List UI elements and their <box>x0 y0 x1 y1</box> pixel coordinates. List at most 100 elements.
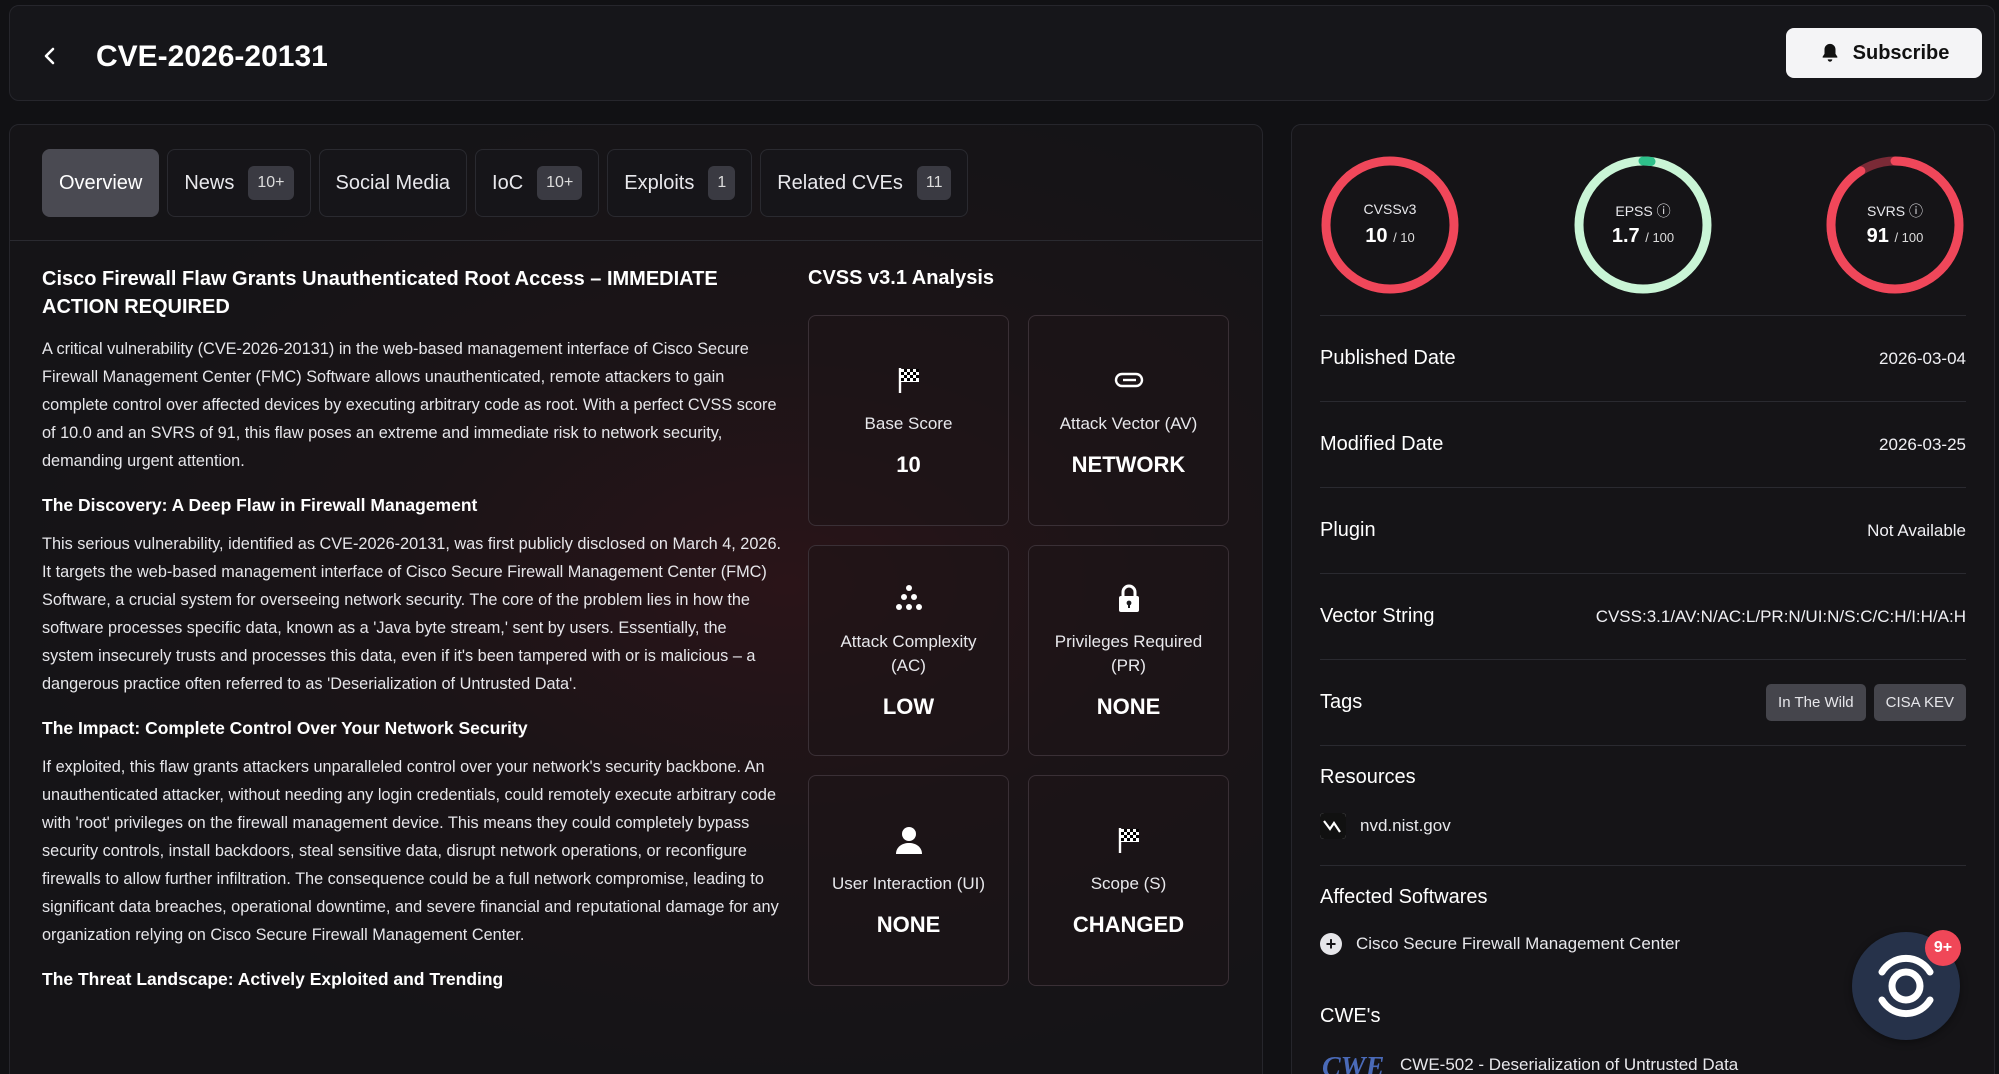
count-badge: 11 <box>916 166 952 200</box>
cvss-analysis-title: CVSS v3.1 Analysis <box>808 267 995 289</box>
complexity-icon <box>895 584 922 610</box>
tags-row: Tags In The Wild CISA KEV <box>1320 659 1966 745</box>
affected-software-label: Cisco Secure Firewall Management Center <box>1356 934 1681 953</box>
tag[interactable]: In The Wild <box>1766 684 1866 721</box>
tab-label: News <box>184 171 235 194</box>
tab-news[interactable]: News 10+ <box>167 149 311 217</box>
section-heading: The Impact: Complete Control Over Your N… <box>42 718 528 738</box>
resource-link[interactable]: nvd.nist.gov <box>1320 813 1966 839</box>
gauge-epss: EPSS ⓘ 1.7 / 100 <box>1571 153 1715 297</box>
article-title: Cisco Firewall Flaw Grants Unauthenticat… <box>42 268 718 318</box>
gauge-name: SVRS ⓘ <box>1866 203 1923 219</box>
tab-label: Exploits <box>624 171 695 194</box>
gauge-value: 1.7 / 100 <box>1611 225 1675 247</box>
flag-icon <box>898 367 919 393</box>
score-gauges: CVSSv3 10 / 10 EPSS ⓘ 1.7 / 100 SVRS ⓘ 9… <box>1318 153 1968 297</box>
article-paragraph: This serious vulnerability, identified a… <box>42 535 782 693</box>
notification-badge: 9+ <box>1925 930 1961 966</box>
tab-exploits[interactable]: Exploits 1 <box>607 149 753 217</box>
resource-label: nvd.nist.gov <box>1360 816 1451 835</box>
cwe-logo-icon: CWE <box>1322 1052 1384 1074</box>
subscribe-label: Subscribe <box>1852 41 1950 64</box>
gauge-name: CVSSv3 <box>1363 201 1417 217</box>
lock-icon <box>1118 584 1139 612</box>
row-value: Not Available <box>1867 520 1966 540</box>
cvss-metrics-grid: Base Score 10 Attack Vector (AV) NETWORK… <box>808 315 1229 986</box>
info-icon[interactable]: ⓘ <box>1909 203 1923 219</box>
published-date-row: Published Date 2026-03-04 <box>1320 315 1966 401</box>
row-label: Plugin <box>1320 519 1376 541</box>
tab-related-cves[interactable]: Related CVEs 11 <box>760 149 969 217</box>
metric-attack-complexity: Attack Complexity (AC) LOW <box>808 545 1009 756</box>
subscribe-button[interactable]: Subscribe <box>1786 28 1982 78</box>
metric-scope: Scope (S) CHANGED <box>1028 775 1229 986</box>
row-label: Modified Date <box>1320 433 1444 455</box>
row-label: Published Date <box>1320 347 1456 369</box>
gauge-name: EPSS ⓘ <box>1615 203 1671 219</box>
row-label: Vector String <box>1320 605 1435 627</box>
gauge-svrs: SVRS ⓘ 91 / 100 <box>1823 153 1967 297</box>
svg-text:CWE: CWE <box>1322 1052 1384 1074</box>
metric-attack-vector: Attack Vector (AV) NETWORK <box>1028 315 1229 526</box>
back-arrow-icon[interactable] <box>38 44 62 68</box>
gauge-value: 91 / 100 <box>1866 225 1924 247</box>
top-bar: CVE-2026-20131 Subscribe <box>9 5 1995 101</box>
metric-value: CHANGED <box>1072 911 1185 937</box>
tab-label: Overview <box>59 171 143 194</box>
metric-value: NONE <box>876 911 941 937</box>
metric-label: Attack Complexity (AC) <box>840 631 977 675</box>
metric-value: 10 <box>896 451 921 477</box>
metric-label: Privileges Required (PR) <box>1054 631 1203 675</box>
vector-string-row: Vector String CVSS:3.1/AV:N/AC:L/PR:N/UI… <box>1320 573 1966 659</box>
metric-base-score: Base Score 10 <box>808 315 1009 526</box>
main-panel: Overview News 10+ Social Media IoC 10+ E… <box>9 124 1263 1074</box>
tab-label: IoC <box>492 171 524 194</box>
cwe-label: CWE-502 - Deserialization of Untrusted D… <box>1400 1055 1739 1074</box>
metric-label: User Interaction (UI) <box>831 873 986 893</box>
article: Cisco Firewall Flaw Grants Unauthenticat… <box>42 265 782 1004</box>
tab-overview[interactable]: Overview <box>42 149 160 217</box>
metric-user-interaction: User Interaction (UI) NONE <box>808 775 1009 986</box>
plus-icon: + <box>1320 933 1342 955</box>
tag-list: In The Wild CISA KEV <box>1758 684 1966 721</box>
modified-date-row: Modified Date 2026-03-25 <box>1320 401 1966 487</box>
nist-icon <box>1320 813 1346 839</box>
count-badge: 10+ <box>248 166 294 200</box>
page-title: CVE-2026-20131 <box>96 40 328 73</box>
metric-value: NETWORK <box>1071 451 1186 477</box>
row-value: 2026-03-04 <box>1879 348 1966 368</box>
cwe-link[interactable]: CWE CWE-502 - Deserialization of Untrust… <box>1320 1052 1966 1074</box>
link-icon <box>1114 372 1143 387</box>
metric-value: NONE <box>1096 693 1161 719</box>
article-paragraph: If exploited, this flaw grants attackers… <box>42 758 779 944</box>
count-badge: 10+ <box>537 166 583 200</box>
gauge-value: 10 / 10 <box>1365 225 1415 247</box>
tab-bar: Overview News 10+ Social Media IoC 10+ E… <box>42 149 969 217</box>
tab-ioc[interactable]: IoC 10+ <box>475 149 600 217</box>
row-value: CVSS:3.1/AV:N/AC:L/PR:N/UI:N/S:C/C:H/I:H… <box>1595 606 1966 626</box>
section-title: Resources <box>1320 766 1416 788</box>
tag[interactable]: CISA KEV <box>1873 684 1966 721</box>
metric-label: Base Score <box>864 413 953 433</box>
metric-label: Attack Vector (AV) <box>1059 413 1198 433</box>
count-badge: 1 <box>708 166 736 200</box>
metric-privileges-required: Privileges Required (PR) NONE <box>1028 545 1229 756</box>
gauge-cvss: CVSSv3 10 / 10 <box>1318 153 1462 297</box>
tab-social-media[interactable]: Social Media <box>318 149 468 217</box>
divider <box>10 240 1262 241</box>
section-heading: The Threat Landscape: Actively Exploited… <box>42 969 504 989</box>
section-heading: The Discovery: A Deep Flaw in Firewall M… <box>42 495 478 515</box>
info-icon[interactable]: ⓘ <box>1657 203 1671 219</box>
bell-icon <box>1822 43 1837 62</box>
tab-label: Social Media <box>335 171 451 194</box>
plugin-row: Plugin Not Available <box>1320 487 1966 573</box>
row-label: Tags <box>1320 691 1363 713</box>
metric-value: LOW <box>882 693 935 719</box>
tab-label: Related CVEs <box>777 171 903 194</box>
row-value: 2026-03-25 <box>1879 434 1966 454</box>
flag-icon <box>1118 827 1139 853</box>
resources-section: Resources nvd.nist.gov <box>1320 745 1966 865</box>
article-paragraph: A critical vulnerability (CVE-2026-20131… <box>42 340 777 470</box>
user-icon <box>895 826 922 854</box>
metric-label: Scope (S) <box>1090 873 1167 893</box>
